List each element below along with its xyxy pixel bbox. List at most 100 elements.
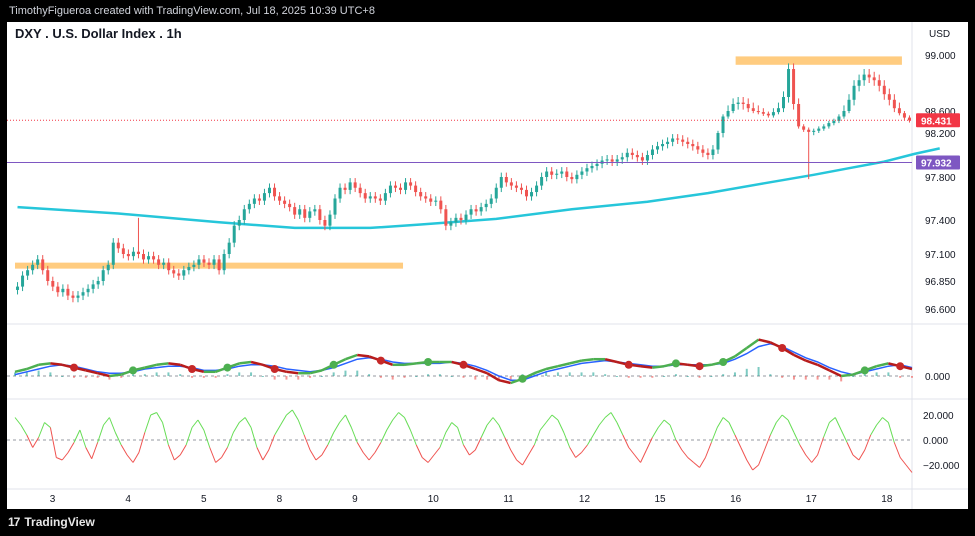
osc1-hist-bar <box>663 376 666 377</box>
osc1-hist-bar <box>84 376 87 378</box>
osc1-hist-bar <box>816 376 819 380</box>
osc2-segment <box>640 449 647 463</box>
candle-body <box>177 273 181 276</box>
time-tick: 10 <box>428 494 440 505</box>
osc2-segment <box>586 434 594 446</box>
osc1-hist-bar <box>804 376 807 380</box>
osc1-fast-segment <box>652 364 665 369</box>
osc2-segment <box>687 457 694 463</box>
chart-panel[interactable]: 99.000 98.600 98.200 97.800 97.400 97.100 96.8… <box>7 22 968 509</box>
tradingview-mark-icon: 17 <box>8 515 20 529</box>
osc1-hist-bar <box>509 376 512 380</box>
candle-body <box>378 198 382 201</box>
osc2-segment <box>616 422 624 436</box>
osc1-hist-bar <box>202 376 205 378</box>
osc2-segment <box>469 449 476 456</box>
candle-body <box>696 146 700 150</box>
candle-body <box>393 185 397 188</box>
candle-body <box>676 138 680 140</box>
tradingview-logo[interactable]: 17 TradingView <box>8 515 95 529</box>
osc2-segment <box>840 429 848 443</box>
candle-body <box>56 286 60 293</box>
candle-body <box>776 108 780 113</box>
osc1-cross-dot <box>424 358 433 366</box>
osc1-cross-dot <box>223 363 232 372</box>
osc2-segment <box>309 449 317 461</box>
osc2-segment <box>61 452 69 461</box>
candle-body <box>86 288 90 293</box>
osc2-segment <box>262 449 270 461</box>
candle-body <box>514 185 518 188</box>
candle-body <box>555 173 559 175</box>
candle-body <box>827 123 831 127</box>
candle-body <box>247 203 251 210</box>
osc1-hist-bar <box>273 376 276 380</box>
candle-body <box>706 152 710 155</box>
candle-body <box>857 80 861 86</box>
osc2-segment <box>811 454 818 463</box>
osc1-hist-bar <box>911 376 913 378</box>
osc2-segment <box>162 422 169 446</box>
osc1-hist-bar <box>37 370 40 376</box>
osc2-segment <box>209 447 217 463</box>
supply-zone <box>735 56 902 65</box>
candle-body <box>66 288 70 296</box>
osc2-segment <box>167 444 175 461</box>
candle-body <box>222 254 226 271</box>
osc2-segment <box>592 424 600 436</box>
time-tick: 12 <box>579 494 591 505</box>
osc1-fast-segment <box>581 357 594 362</box>
candle-body <box>338 187 342 199</box>
candle-body <box>142 254 146 260</box>
osc1-fast-segment <box>26 363 40 371</box>
candle-body <box>656 146 660 150</box>
candle-body <box>303 209 307 218</box>
osc1-hist-bar <box>733 372 736 376</box>
osc1-hist-bar <box>120 376 123 378</box>
candle-body <box>751 108 755 111</box>
osc2-segment <box>527 444 535 456</box>
osc1-hist-bar <box>285 376 288 380</box>
candle-body <box>91 284 95 289</box>
osc2-segment <box>799 444 807 456</box>
moving-average <box>17 147 940 230</box>
osc1-hist-bar <box>226 374 229 376</box>
osc1-fast-segment <box>498 378 511 385</box>
candle-body <box>832 120 836 124</box>
candle-body <box>650 149 654 155</box>
osc2-segment <box>622 434 630 448</box>
candle-body <box>373 196 377 199</box>
osc2-segment <box>268 434 276 451</box>
osc2-segment <box>315 454 323 461</box>
osc2-segment <box>805 454 813 463</box>
osc1-fast-segment <box>640 364 653 369</box>
candle-body <box>414 185 418 193</box>
osc2-segment <box>114 432 122 446</box>
candle-body <box>227 242 231 254</box>
candle-body <box>721 116 725 133</box>
candle-body <box>852 85 856 100</box>
osc1-hist-bar <box>391 376 394 380</box>
osc1-hist-bar <box>722 374 725 376</box>
osc1-fast-segment <box>239 360 252 365</box>
candle-body <box>902 113 906 118</box>
osc1-fast-segment <box>793 353 807 362</box>
osc2-segment <box>120 444 128 456</box>
osc2-segment <box>303 434 311 451</box>
candle-body <box>419 192 423 197</box>
price-tick: 97.800 <box>925 173 956 184</box>
candle-body <box>630 152 634 155</box>
candle-body <box>409 182 413 186</box>
symbol-title: DXY . U.S. Dollar Index . 1h <box>15 26 182 41</box>
osc1-hist-bar <box>580 372 583 376</box>
osc1-hist-bar <box>698 376 701 378</box>
candle-body <box>872 77 876 81</box>
candle-body <box>288 203 292 208</box>
osc1-hist-bar <box>179 374 182 376</box>
candle-body <box>358 187 362 194</box>
chart-canvas[interactable]: 99.00098.60098.20097.80097.40097.10096.8… <box>7 22 968 509</box>
candle-body <box>761 112 765 114</box>
osc2-segment <box>398 412 405 418</box>
osc2-segment <box>852 454 860 461</box>
osc2-segment <box>415 444 423 458</box>
